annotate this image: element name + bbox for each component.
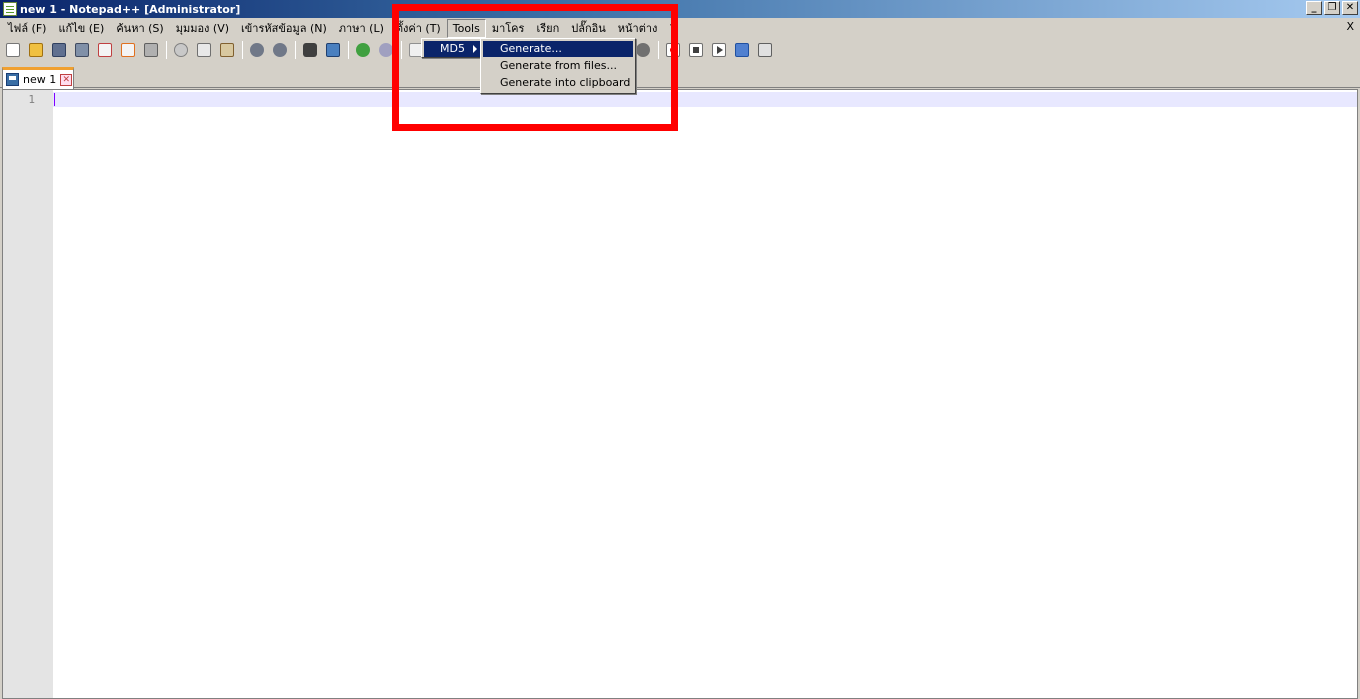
menu-search[interactable]: ค้นหา (S): [110, 16, 169, 40]
close-button[interactable]: ✕: [1342, 1, 1358, 15]
menu-file[interactable]: ไฟล์ (F): [2, 16, 52, 40]
menu-settings[interactable]: ตั้งค่า (T): [390, 16, 447, 40]
menu-item-generate-into-clipboard[interactable]: Generate into clipboard: [483, 75, 633, 91]
find-icon[interactable]: [300, 40, 320, 60]
toolbar-separator: [348, 41, 349, 59]
toolbar-separator: [401, 41, 402, 59]
menu-view[interactable]: มุมมอง (V): [170, 16, 235, 40]
save-macro-icon[interactable]: [755, 40, 775, 60]
submenu-arrow-icon: [473, 45, 477, 53]
tab-close-icon[interactable]: ✕: [60, 73, 73, 86]
record-macro-icon[interactable]: [663, 40, 683, 60]
run-macro-multiple-icon[interactable]: [732, 40, 752, 60]
stop-macro-icon[interactable]: [686, 40, 706, 60]
menu-run[interactable]: เรียก: [530, 16, 565, 40]
menu-help[interactable]: ?: [663, 19, 681, 38]
save-all-icon[interactable]: [72, 40, 92, 60]
line-number: 1: [28, 93, 35, 106]
tools-dropdown: MD5: [421, 38, 485, 58]
cut-icon[interactable]: [171, 40, 191, 60]
save-icon[interactable]: [49, 40, 69, 60]
menu-item-generate-from-files[interactable]: Generate from files...: [483, 58, 633, 74]
menu-bar: ไฟล์ (F) แก้ไข (E) ค้นหา (S) มุมมอง (V) …: [0, 18, 1360, 38]
tab-new-1[interactable]: new 1 ✕: [2, 67, 74, 89]
toolbar-separator: [242, 41, 243, 59]
menu-macro[interactable]: มาโคร: [486, 16, 531, 40]
menu-encoding[interactable]: เข้ารหัสข้อมูล (N): [235, 16, 333, 40]
open-file-icon[interactable]: [26, 40, 46, 60]
restore-button[interactable]: ❐: [1324, 1, 1340, 15]
current-line-highlight: [53, 92, 1357, 107]
window-title: new 1 - Notepad++ [Administrator]: [20, 2, 241, 16]
new-file-icon[interactable]: [3, 40, 23, 60]
line-number-gutter: 1: [3, 90, 53, 698]
menu-edit[interactable]: แก้ไข (E): [52, 16, 110, 40]
editor-area[interactable]: 1: [2, 89, 1358, 699]
show-all-chars-icon[interactable]: [633, 40, 653, 60]
redo-icon[interactable]: [270, 40, 290, 60]
menu-item-generate[interactable]: Generate...: [483, 41, 633, 57]
zoom-out-icon[interactable]: [376, 40, 396, 60]
copy-icon[interactable]: [194, 40, 214, 60]
saved-file-icon: [6, 73, 19, 86]
close-file-icon[interactable]: [95, 40, 115, 60]
menu-item-md5-label: MD5: [440, 42, 465, 55]
zoom-in-icon[interactable]: [353, 40, 373, 60]
toolbar: [0, 38, 1360, 62]
menu-plugins[interactable]: ปลั๊กอิน: [565, 16, 612, 40]
toolbar-separator: [658, 41, 659, 59]
toolbar-separator: [166, 41, 167, 59]
menu-item-md5[interactable]: MD5: [424, 41, 482, 57]
menu-window[interactable]: หน้าต่าง: [612, 16, 664, 40]
toolbar-separator: [295, 41, 296, 59]
tab-bar: new 1 ✕: [0, 64, 1360, 89]
window-controls: _ ❐ ✕: [1306, 1, 1358, 15]
play-macro-icon[interactable]: [709, 40, 729, 60]
paste-icon[interactable]: [217, 40, 237, 60]
minimize-button[interactable]: _: [1306, 1, 1322, 15]
menu-language[interactable]: ภาษา (L): [333, 16, 390, 40]
md5-submenu: Generate... Generate from files... Gener…: [480, 38, 636, 94]
tab-label: new 1: [23, 73, 57, 86]
close-document-button[interactable]: X: [1346, 20, 1354, 33]
close-all-icon[interactable]: [118, 40, 138, 60]
text-caret: [54, 93, 55, 106]
menu-tools[interactable]: Tools: [446, 18, 486, 38]
print-icon[interactable]: [141, 40, 161, 60]
notepad-icon: [3, 2, 17, 16]
replace-icon[interactable]: [323, 40, 343, 60]
undo-icon[interactable]: [247, 40, 267, 60]
